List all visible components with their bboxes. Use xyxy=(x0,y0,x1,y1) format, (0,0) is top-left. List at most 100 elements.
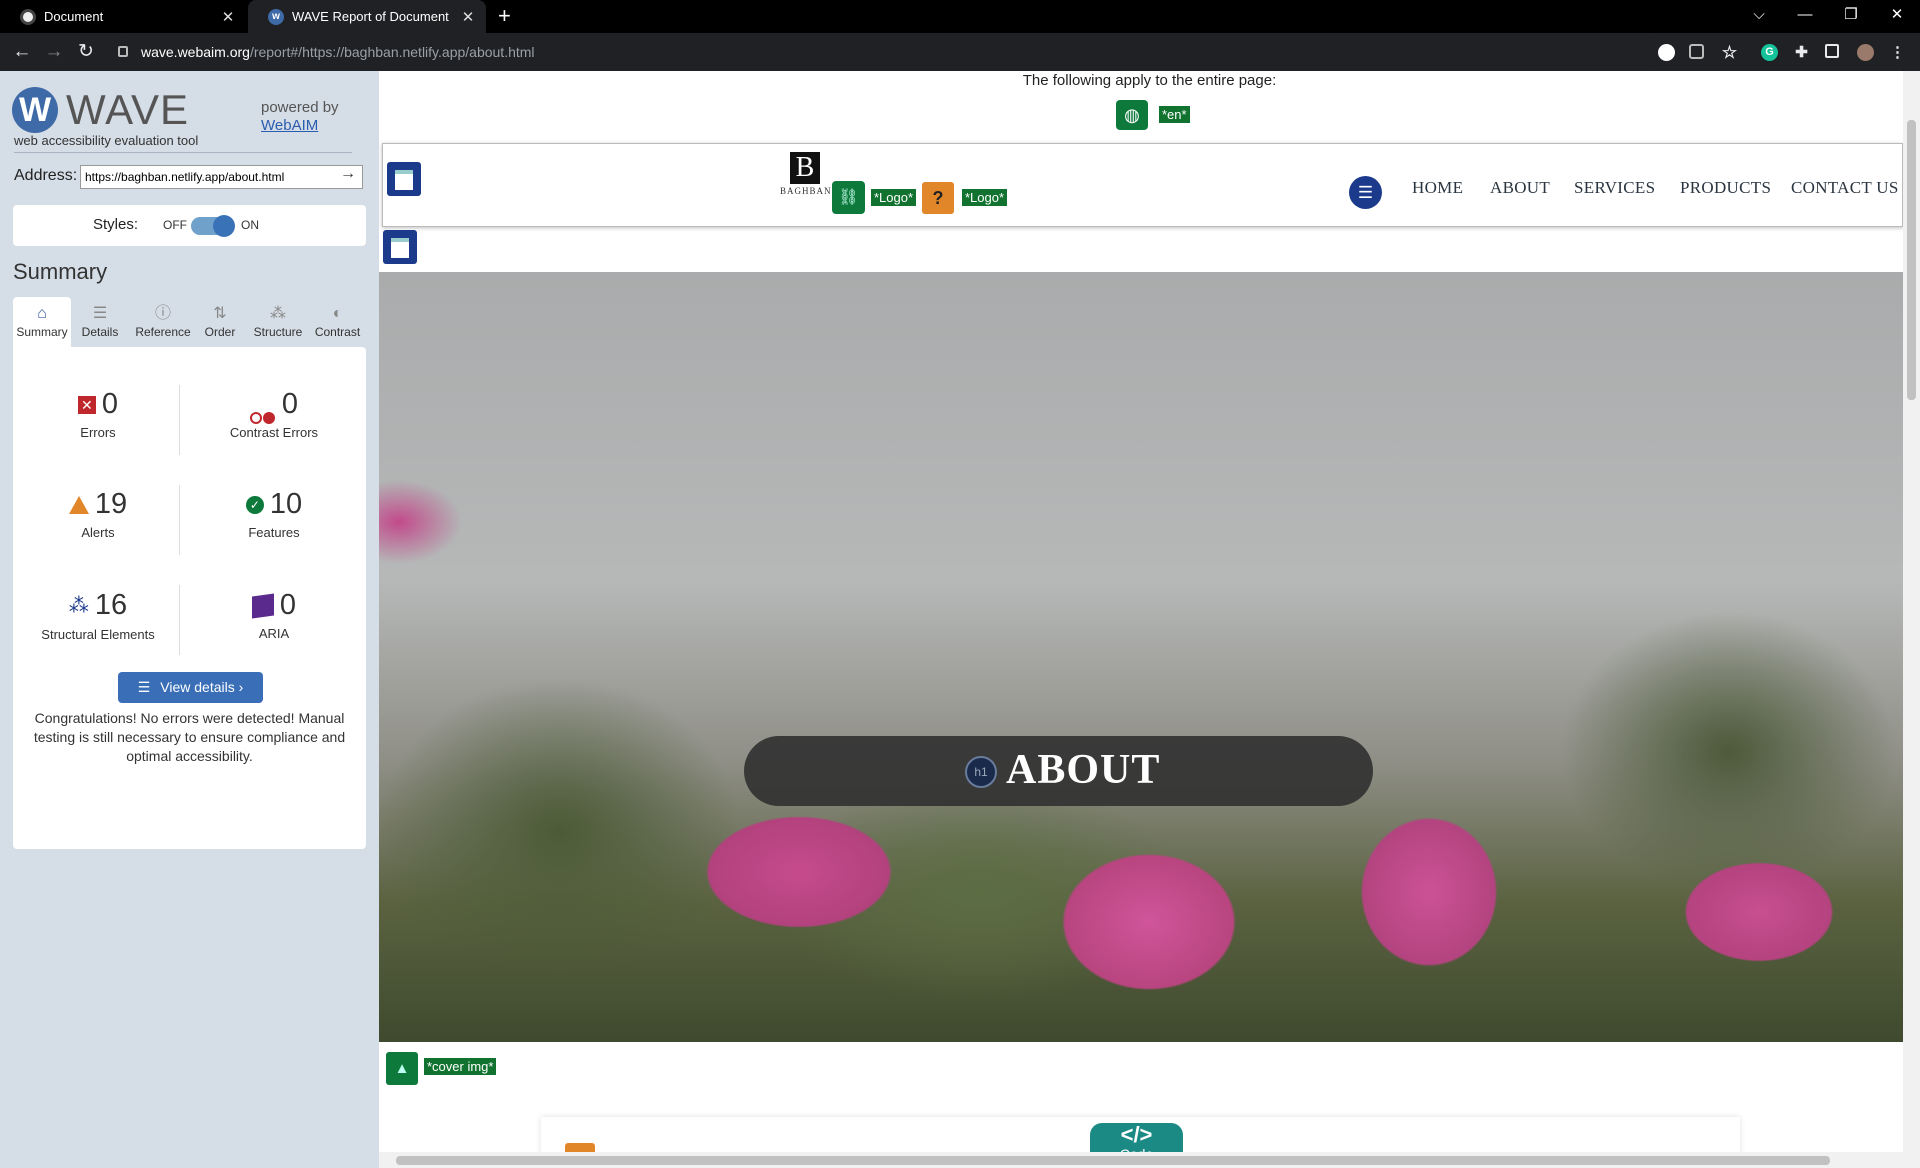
summary-heading: Summary xyxy=(13,259,108,284)
feature-check-icon: ✓ xyxy=(245,496,264,515)
code-icon: </> xyxy=(1120,1122,1153,1147)
tab-label: Contrast xyxy=(314,325,361,339)
wave-title: WAVE xyxy=(66,86,190,133)
tab-contrast[interactable]: ◐ Contrast xyxy=(309,297,366,347)
language-globe-icon[interactable]: ◍ xyxy=(1116,100,1148,130)
image-alt-icon[interactable]: ▲ xyxy=(386,1052,418,1085)
heading-h1-icon[interactable]: h1 xyxy=(965,756,997,788)
errors-stat[interactable]: ✕ 0 Errors xyxy=(13,387,183,440)
aria-stat[interactable]: 0 ARIA xyxy=(189,588,359,641)
tab-summary[interactable]: ⌂ Summary xyxy=(13,297,71,347)
address-label: Address: xyxy=(14,167,78,184)
errors-count: 0 xyxy=(101,388,119,420)
go-arrow-icon[interactable]: → xyxy=(340,165,356,183)
new-tab-button[interactable]: + xyxy=(498,4,511,28)
lock-icon[interactable] xyxy=(118,46,128,57)
error-icon: ✕ xyxy=(77,396,96,415)
list-icon: ☰ xyxy=(92,305,108,322)
brand-logo[interactable]: B BAGHBAN xyxy=(780,152,832,207)
grammarly-icon[interactable]: G xyxy=(1761,44,1778,61)
aria-count: 0 xyxy=(279,589,297,621)
forward-button[interactable]: → xyxy=(40,39,68,65)
profile-avatar[interactable] xyxy=(1857,44,1874,61)
tab-search-icon[interactable]: ⌵ xyxy=(1736,0,1782,30)
linked-image-icon[interactable]: ⛓ xyxy=(832,181,865,214)
extensions-icon[interactable]: ✚ xyxy=(1793,44,1810,61)
browser-toolbar: ← → ↻ wave.webaim.org/report#/https://ba… xyxy=(0,33,1920,71)
divider xyxy=(179,485,180,555)
tab-structure[interactable]: ⁂ Structure xyxy=(247,297,309,347)
back-button[interactable]: ← xyxy=(8,39,36,65)
styles-toggle[interactable] xyxy=(191,215,235,237)
share-icon[interactable] xyxy=(1689,44,1704,59)
alert-icon xyxy=(68,496,89,515)
cover-alt-label: *cover img* xyxy=(424,1058,497,1075)
tab-label: Details xyxy=(81,325,119,339)
contrast-errors-stat[interactable]: 0 Contrast Errors xyxy=(189,387,359,440)
header-region-icon[interactable] xyxy=(387,162,421,196)
url-bar[interactable]: wave.webaim.org/report#/https://baghban.… xyxy=(108,37,1668,67)
site-header: B BAGHBAN ⛓ *Logo* ? *Logo* ☰ HOME ABOUT… xyxy=(382,143,1903,227)
hero-banner: h1 ABOUT xyxy=(744,736,1373,806)
main-region-icon[interactable] xyxy=(383,230,417,264)
nav-products[interactable]: PRODUCTS xyxy=(1680,178,1771,198)
list-icon: ☰ xyxy=(137,679,151,695)
styles-label: Styles: xyxy=(93,216,139,233)
nav-about[interactable]: ABOUT xyxy=(1490,178,1550,198)
tab-reference[interactable]: ⓘ Reference xyxy=(131,297,195,347)
structure-icon: ⁂ xyxy=(68,595,89,618)
scrollbar-thumb[interactable] xyxy=(396,1156,1830,1165)
scrollbar-thumb[interactable] xyxy=(1907,120,1916,400)
nav-services[interactable]: SERVICES xyxy=(1574,178,1655,198)
language-label: *en* xyxy=(1159,106,1190,123)
tab-label: Summary xyxy=(16,325,68,339)
hero-title: ABOUT xyxy=(1006,747,1161,793)
alerts-count: 19 xyxy=(94,488,128,520)
wave-tagline: web accessibility evaluation tool xyxy=(14,133,199,148)
webaim-link[interactable]: WebAIM xyxy=(261,117,318,134)
divider xyxy=(179,385,180,455)
close-window-button[interactable]: ✕ xyxy=(1874,0,1920,30)
styles-panel: Styles: OFF ON xyxy=(13,205,366,246)
tab-details[interactable]: ☰ Details xyxy=(71,297,129,347)
structure-icon: ⁂ xyxy=(270,305,286,322)
redundant-alt-alert-icon[interactable]: ? xyxy=(922,182,954,214)
structural-label: Structural Elements xyxy=(41,627,155,643)
features-stat[interactable]: ✓ 10 Features xyxy=(189,487,359,540)
features-label: Features xyxy=(248,525,300,540)
tab-title: Document xyxy=(44,9,104,24)
minimize-button[interactable]: — xyxy=(1782,0,1828,30)
tab-order[interactable]: ⇅ Order xyxy=(195,297,245,347)
structural-count: 16 xyxy=(94,589,128,621)
alerts-stat[interactable]: 19 Alerts xyxy=(13,487,183,540)
styles-on-label: ON xyxy=(241,218,259,232)
powered-by-label: powered by xyxy=(261,99,339,116)
restore-button[interactable]: ❐ xyxy=(1828,0,1874,30)
google-icon[interactable] xyxy=(1658,44,1675,61)
reload-button[interactable]: ↻ xyxy=(72,39,100,65)
view-details-button[interactable]: ☰ View details › xyxy=(118,672,263,703)
close-tab-icon[interactable]: ✕ xyxy=(456,8,480,26)
nav-home[interactable]: HOME xyxy=(1412,178,1463,198)
close-tab-icon[interactable]: ✕ xyxy=(216,8,240,26)
menu-icon[interactable]: ⋮ xyxy=(1889,44,1906,61)
styles-off-label: OFF xyxy=(163,218,187,232)
nav-contact-us[interactable]: CONTACT US xyxy=(1791,178,1899,198)
structural-stat[interactable]: ⁂ 16 Structural Elements xyxy=(13,588,183,642)
navigation-list-icon[interactable]: ☰ xyxy=(1349,176,1382,209)
entire-page-note: The following apply to the entire page: xyxy=(1022,72,1277,89)
logo-mark: B xyxy=(790,152,820,184)
browser-tab-wave-report[interactable]: w WAVE Report of Document ✕ xyxy=(248,0,486,33)
evaluated-page: The following apply to the entire page: … xyxy=(379,71,1920,1168)
horizontal-scrollbar[interactable] xyxy=(379,1152,1903,1168)
toggle-knob[interactable] xyxy=(213,215,235,237)
logo-name: BAGHBAN xyxy=(780,186,832,196)
alerts-label: Alerts xyxy=(81,525,115,540)
bookmark-star-icon[interactable]: ☆ xyxy=(1721,44,1738,61)
address-input[interactable]: https://baghban.netlify.app/about.html xyxy=(80,165,363,189)
side-panel-icon[interactable] xyxy=(1825,44,1839,58)
aria-label: ARIA xyxy=(258,626,290,641)
browser-tab-document[interactable]: Document ✕ xyxy=(0,0,246,33)
wave-panel-tabs: ⌂ Summary ☰ Details ⓘ Reference ⇅ Order ⁂ Str… xyxy=(13,297,366,347)
vertical-scrollbar[interactable] xyxy=(1903,71,1920,1168)
